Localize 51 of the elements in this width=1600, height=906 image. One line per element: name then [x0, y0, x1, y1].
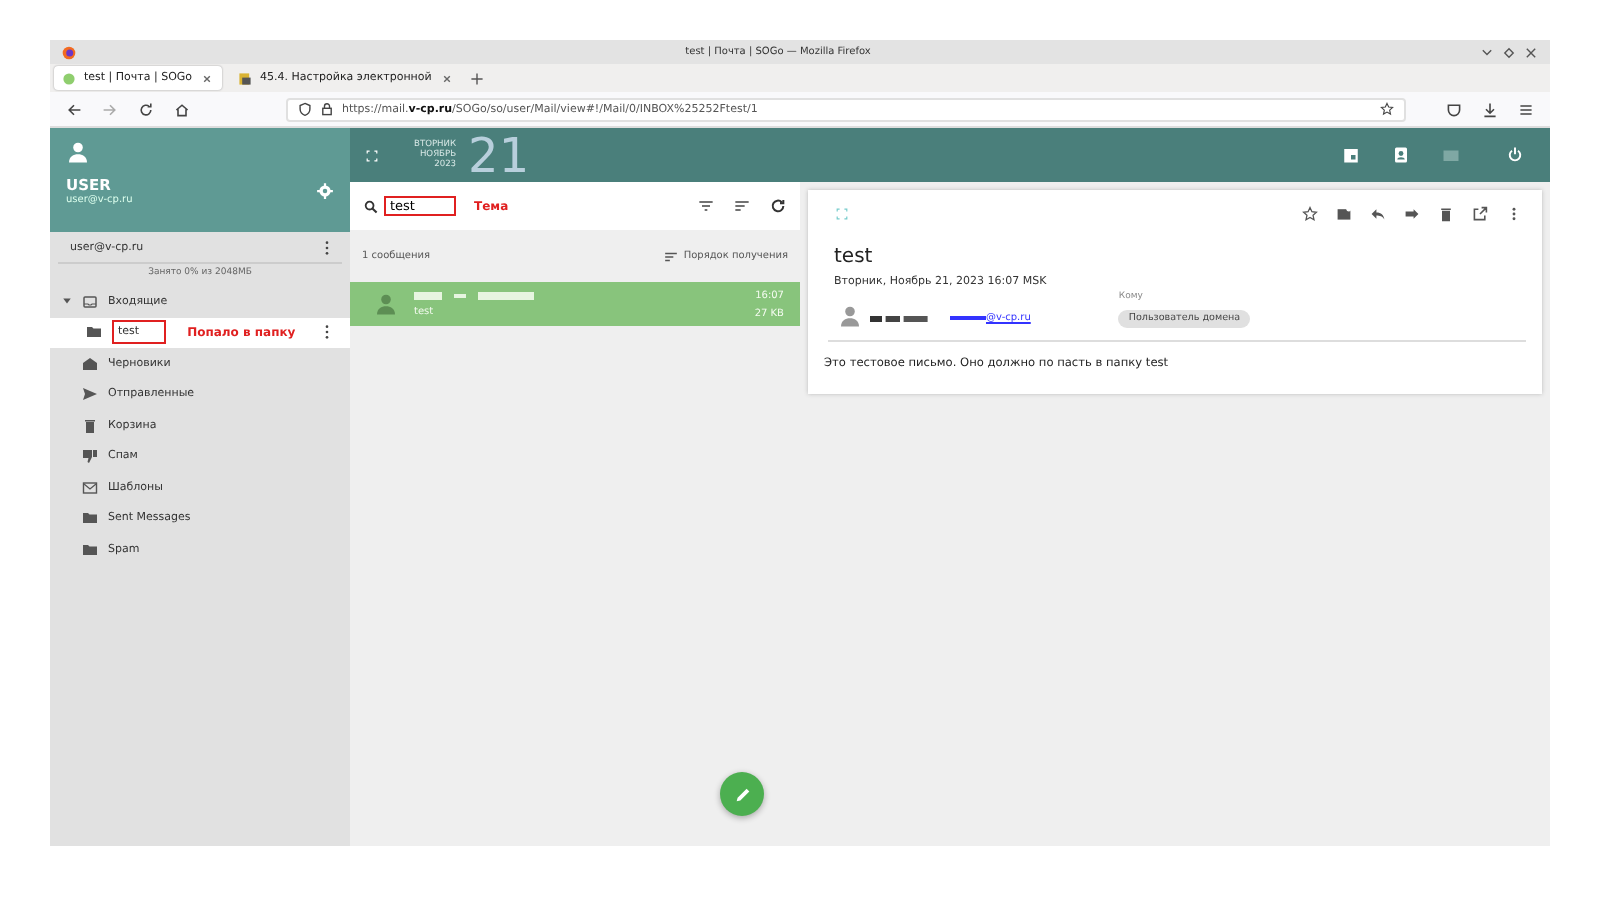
caret-down-icon[interactable] [62, 296, 72, 307]
open-in-new-icon[interactable] [1472, 206, 1488, 222]
download-icon[interactable] [1482, 101, 1498, 117]
redacted-sender [414, 291, 534, 299]
pencil-icon [733, 785, 751, 803]
message-title: test [834, 246, 875, 268]
envelope-open-icon [82, 355, 98, 372]
calendar-icon[interactable] [1342, 146, 1360, 164]
person-icon [66, 140, 90, 164]
reload-icon[interactable] [138, 101, 154, 117]
shield-icon [298, 102, 312, 116]
sort-icon[interactable] [734, 198, 750, 214]
reply-icon[interactable] [1370, 206, 1386, 222]
star-icon[interactable] [1302, 206, 1318, 222]
person-icon [838, 304, 862, 328]
home-icon[interactable] [174, 101, 190, 117]
mark-unread-icon[interactable] [1336, 206, 1352, 222]
menu-icon[interactable] [1518, 101, 1534, 117]
send-icon [82, 386, 98, 403]
day-number: 21 [468, 131, 530, 179]
lock-icon [320, 102, 334, 116]
restore-icon[interactable] [1502, 45, 1516, 59]
refresh-icon[interactable] [770, 198, 786, 214]
site-icon [62, 71, 76, 85]
plus-icon[interactable] [469, 71, 484, 85]
settings-icon[interactable] [316, 182, 334, 200]
power-icon[interactable] [1506, 146, 1524, 164]
pocket-icon[interactable] [1446, 101, 1462, 117]
more-icon[interactable] [324, 324, 330, 341]
contacts-icon[interactable] [1392, 146, 1410, 164]
document-icon [238, 71, 253, 85]
envelope-icon [82, 479, 98, 496]
filter-icon[interactable] [698, 198, 714, 214]
compose-button[interactable] [720, 772, 764, 816]
close-icon[interactable] [1524, 45, 1538, 59]
more-icon[interactable] [324, 239, 330, 255]
close-icon[interactable] [439, 71, 454, 85]
close-icon[interactable] [200, 71, 215, 85]
back-icon[interactable] [66, 101, 82, 117]
person-icon [374, 292, 398, 316]
trash-icon[interactable] [1438, 206, 1454, 222]
thumbs-down-icon [82, 448, 98, 465]
trash-icon [82, 417, 98, 434]
forward-icon[interactable] [1404, 206, 1420, 222]
search-icon[interactable] [364, 199, 378, 213]
star-icon[interactable] [1380, 102, 1394, 116]
sort-icon[interactable] [663, 249, 678, 263]
chevron-down-icon[interactable] [1480, 45, 1494, 59]
firefox-logo-icon [62, 45, 76, 59]
folder-icon [86, 324, 102, 341]
inbox-icon [82, 293, 98, 310]
